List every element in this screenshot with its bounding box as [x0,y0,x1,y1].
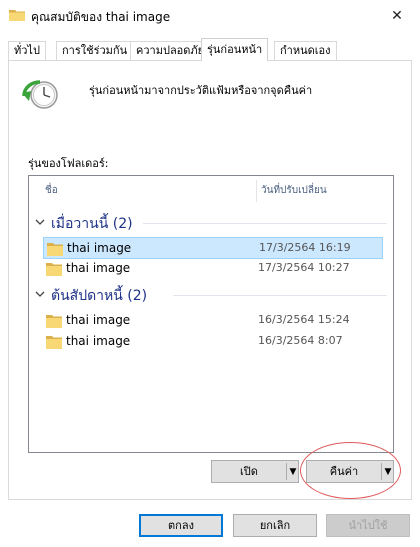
group-earlier-this-week[interactable]: ต้นสัปดาหนี้ (2) [33,284,387,306]
column-header-date[interactable]: วันที่ปรับเปลี่ยน [261,176,327,206]
column-separator[interactable] [256,180,257,202]
item-name: thai image [66,261,131,275]
page-description: รุ่นก่อนหน้ามาจากประวัติแฟ้มหรือจากจุดคื… [89,84,313,97]
folder-icon [9,10,25,21]
open-button[interactable]: เปิด [212,461,286,482]
restore-split-button[interactable]: คืนค่า ▼ [306,460,394,483]
chevron-down-icon[interactable] [33,287,47,301]
item-name: thai image [66,334,131,348]
properties-window: คุณสมบัติของ thai image ✕ ทั่วไป การใช้ร… [0,0,420,547]
chevron-down-icon[interactable] [33,215,47,229]
folder-icon [46,315,62,328]
open-split-button[interactable]: เปิด ▼ [211,460,299,483]
tab-general[interactable]: ทั่วไป [8,41,46,61]
tab-sharing[interactable]: การใช้ร่วมกัน [56,41,134,61]
group-title: เมื่อวานนี้ (2) [51,216,133,232]
group-yesterday[interactable]: เมื่อวานนี้ (2) [33,212,387,234]
ok-button[interactable]: ตกลง [139,514,223,537]
list-item[interactable]: thai image 17/3/2564 16:19 [43,237,383,259]
close-button[interactable]: ✕ [374,0,420,31]
item-date: 17/3/2564 10:27 [258,261,350,274]
apply-button[interactable]: นำไปใช้ [326,514,410,537]
restore-button[interactable]: คืนค่า [307,461,381,482]
group-divider [143,223,387,224]
list-item[interactable]: thai image 16/3/2564 8:07 [43,331,383,353]
tab-customize[interactable]: กำหนดเอง [274,41,337,61]
item-date: 17/3/2564 16:19 [259,241,351,254]
group-title: ต้นสัปดาหนี้ (2) [51,288,148,304]
cancel-button[interactable]: ยกเลิก [233,514,317,537]
dropdown-arrow-icon[interactable]: ▼ [382,461,394,482]
tab-security[interactable]: ความปลอดภัย [130,41,211,61]
title-bar[interactable]: คุณสมบัติของ thai image ✕ [0,0,420,32]
item-date: 16/3/2564 8:07 [258,334,343,347]
tab-previous-versions[interactable]: รุ่นก่อนหน้า [201,38,269,61]
item-name: thai image [67,241,132,255]
tab-strip: ทั่วไป การใช้ร่วมกัน ความปลอดภัย รุ่นก่อ… [8,38,412,61]
list-item[interactable]: thai image 16/3/2564 15:24 [43,310,383,332]
window-title: คุณสมบัติของ thai image [31,10,171,24]
folder-versions-label: รุ่นของโฟลเดอร์: [28,157,109,170]
folder-icon [47,243,63,256]
versions-list[interactable]: ชื่อ วันที่ปรับเปลี่ยน เมื่อวานนี้ (2) t… [28,175,394,453]
item-date: 16/3/2564 15:24 [258,313,350,326]
restore-clock-icon [22,80,58,109]
dropdown-arrow-icon[interactable]: ▼ [287,461,299,482]
group-divider [173,295,387,296]
item-name: thai image [66,313,131,327]
column-header-name[interactable]: ชื่อ [45,176,58,206]
list-item[interactable]: thai image 17/3/2564 10:27 [43,258,383,280]
folder-icon [46,336,62,349]
folder-icon [46,263,62,276]
previous-versions-page: รุ่นก่อนหน้ามาจากประวัติแฟ้มหรือจากจุดคื… [8,60,412,500]
